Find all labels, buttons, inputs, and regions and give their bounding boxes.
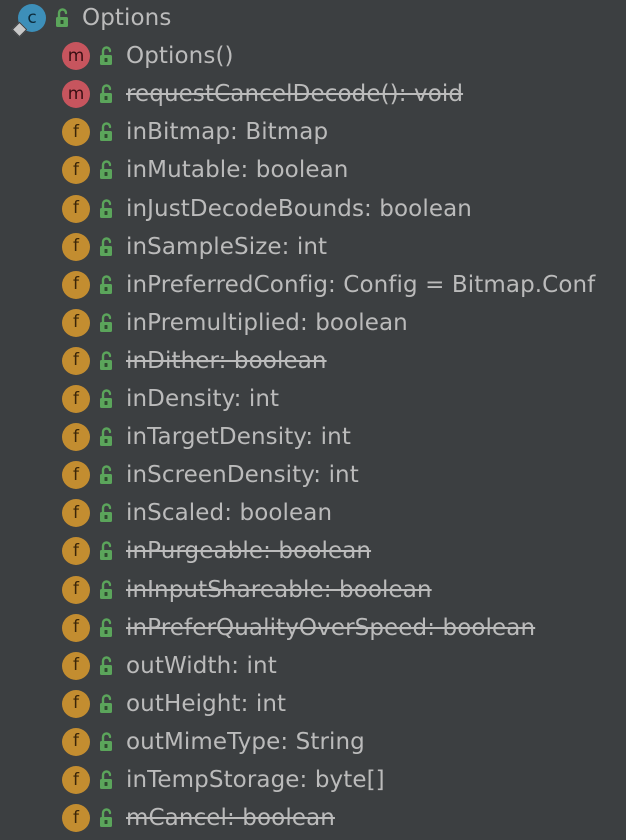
public-lock-icon bbox=[98, 769, 116, 791]
field-icon: f bbox=[62, 118, 90, 147]
tree-row-label: inPreferQualityOverSpeed: boolean bbox=[126, 614, 536, 641]
tree-row-label: inPurgeable: boolean bbox=[126, 538, 372, 565]
public-lock-icon bbox=[98, 731, 116, 753]
field-icon: f bbox=[62, 346, 90, 375]
public-lock-icon bbox=[98, 579, 116, 601]
tree-row-label: inBitmap: Bitmap bbox=[126, 119, 329, 146]
method-icon: m bbox=[62, 42, 90, 71]
tree-row-label: inScreenDensity: int bbox=[126, 462, 359, 489]
field-icon: f bbox=[62, 385, 90, 413]
tree-row-field[interactable]: f inJustDecodeBounds: boolean bbox=[0, 190, 626, 228]
tree-row-field[interactable]: f outWidth: int bbox=[0, 647, 626, 685]
public-lock-icon bbox=[98, 388, 116, 410]
tree-row-field[interactable]: f inScreenDensity: int bbox=[0, 456, 626, 494]
field-icon: f bbox=[62, 232, 90, 261]
tree-row-field[interactable]: f inTargetDensity: int bbox=[0, 418, 626, 456]
tree-row-label: inMutable: boolean bbox=[126, 157, 349, 184]
public-lock-icon bbox=[98, 121, 116, 143]
field-icon: f bbox=[62, 194, 90, 223]
public-lock-icon bbox=[98, 236, 116, 258]
tree-row-field[interactable]: f inPreferQualityOverSpeed: boolean bbox=[0, 609, 626, 647]
public-lock-icon bbox=[98, 45, 116, 67]
tree-row-label: Options() bbox=[126, 43, 234, 70]
tree-row-field[interactable]: f inInputShareable: boolean bbox=[0, 571, 626, 609]
field-icon: f bbox=[62, 461, 90, 490]
tree-row-field[interactable]: f inTempStorage: byte[] bbox=[0, 761, 626, 799]
public-lock-icon bbox=[98, 350, 116, 372]
public-lock-icon bbox=[98, 274, 116, 296]
field-icon: f bbox=[62, 156, 90, 185]
field-icon: f bbox=[62, 499, 90, 528]
tree-row-method[interactable]: m requestCancelDecode(): void bbox=[0, 75, 626, 113]
tree-row-field[interactable]: f inPreferredConfig: Config = Bitmap.Con… bbox=[0, 266, 626, 304]
class-icon: c bbox=[11, 4, 46, 38]
public-lock-icon bbox=[98, 426, 116, 448]
public-lock-icon bbox=[98, 693, 116, 715]
tree-row-label: mCancel: boolean bbox=[126, 805, 335, 832]
field-icon: f bbox=[62, 575, 90, 604]
field-icon: f bbox=[62, 651, 90, 680]
tree-row-label: inScaled: boolean bbox=[126, 500, 333, 527]
field-icon: f bbox=[62, 689, 90, 718]
tree-row-label: inPremultiplied: boolean bbox=[126, 309, 408, 336]
tree-row-label: outHeight: int bbox=[126, 690, 287, 717]
tree-row-field[interactable]: f inSampleSize: int bbox=[0, 228, 626, 266]
field-icon: f bbox=[62, 537, 90, 566]
public-lock-icon bbox=[98, 540, 116, 562]
public-lock-icon bbox=[98, 312, 116, 334]
public-lock-icon bbox=[98, 655, 116, 677]
tree-row-field[interactable]: f inPremultiplied: boolean bbox=[0, 304, 626, 342]
field-icon: f bbox=[62, 308, 90, 337]
tree-row-field[interactable]: f mCancel: boolean bbox=[0, 799, 626, 837]
tree-row-label: inDither: boolean bbox=[126, 347, 327, 374]
expand-toggle-icon[interactable] bbox=[11, 21, 28, 38]
tree-row-label: requestCancelDecode(): void bbox=[126, 81, 464, 108]
tree-row-method[interactable]: m Options() bbox=[0, 37, 626, 75]
field-icon: f bbox=[62, 766, 90, 794]
public-lock-icon bbox=[98, 807, 116, 829]
public-lock-icon bbox=[54, 7, 72, 29]
tree-row-label: inTargetDensity: int bbox=[126, 424, 351, 451]
public-lock-icon bbox=[98, 502, 116, 524]
tree-row-label: inSampleSize: int bbox=[126, 233, 328, 260]
tree-row-field[interactable]: f inMutable: boolean bbox=[0, 151, 626, 189]
field-icon: f bbox=[62, 423, 90, 452]
tree-row-label: outWidth: int bbox=[126, 652, 277, 679]
public-lock-icon bbox=[98, 83, 116, 105]
field-icon: f bbox=[62, 613, 90, 642]
tree-row-class-options[interactable]: c Options bbox=[0, 0, 626, 38]
field-icon: f bbox=[62, 727, 90, 756]
tree-row-field[interactable]: f inDensity: int bbox=[0, 380, 626, 418]
field-icon: f bbox=[62, 270, 90, 299]
tree-row-label: inDensity: int bbox=[126, 386, 280, 412]
public-lock-icon bbox=[98, 159, 116, 181]
tree-row-field[interactable]: f inBitmap: Bitmap bbox=[0, 113, 626, 151]
structure-tree: c Options m Options() m requestCancelDecod… bbox=[0, 0, 626, 840]
tree-row-field[interactable]: f outMimeType: String bbox=[0, 723, 626, 761]
tree-row-label: inInputShareable: boolean bbox=[126, 576, 432, 603]
tree-row-field[interactable]: f inPurgeable: boolean bbox=[0, 532, 626, 570]
public-lock-icon bbox=[98, 198, 116, 220]
tree-row-field[interactable]: f inDither: boolean bbox=[0, 342, 626, 380]
tree-row-field[interactable]: f outHeight: int bbox=[0, 685, 626, 723]
tree-row-label: outMimeType: String bbox=[126, 728, 365, 755]
tree-row-label: inJustDecodeBounds: boolean bbox=[126, 195, 472, 222]
tree-row-label: inPreferredConfig: Config = Bitmap.Conf bbox=[126, 271, 596, 298]
field-icon: f bbox=[62, 804, 90, 833]
public-lock-icon bbox=[98, 464, 116, 486]
tree-row-field[interactable]: f inScaled: boolean bbox=[0, 494, 626, 532]
public-lock-icon bbox=[98, 617, 116, 639]
method-icon: m bbox=[62, 80, 90, 109]
tree-row-label: inTempStorage: byte[] bbox=[126, 767, 385, 793]
tree-row-label: Options bbox=[82, 5, 172, 31]
